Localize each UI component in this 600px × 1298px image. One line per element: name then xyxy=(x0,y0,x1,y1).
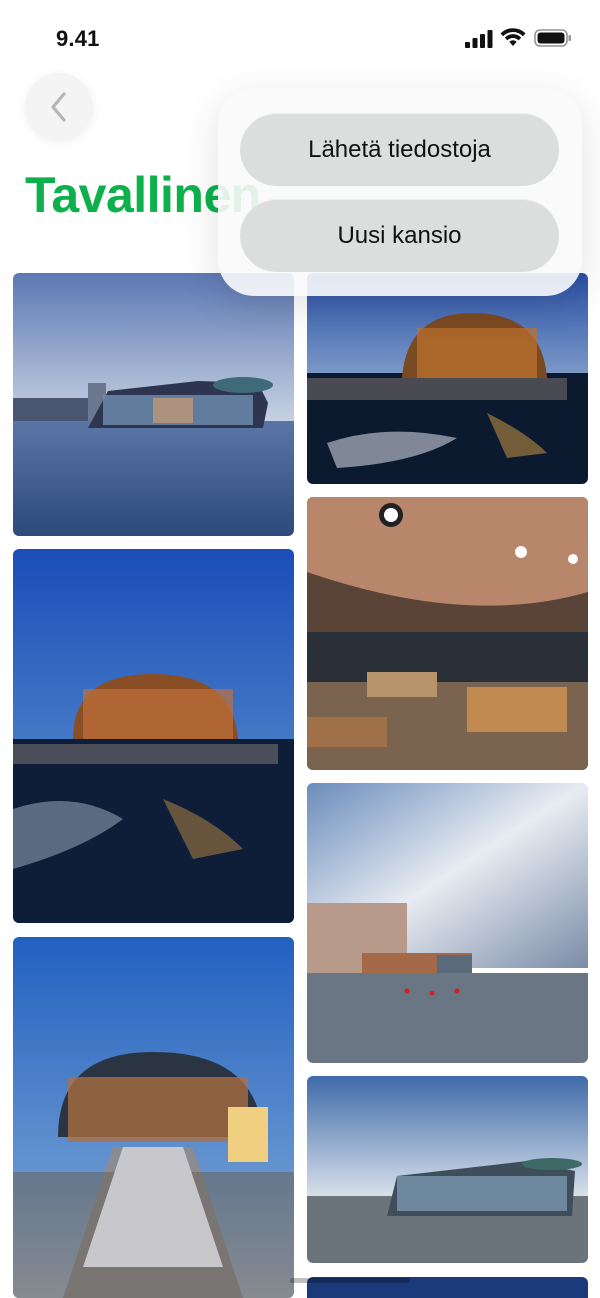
new-folder-button[interactable]: Uusi kansio xyxy=(240,199,559,272)
home-indicator xyxy=(290,1278,410,1283)
back-button[interactable] xyxy=(25,73,93,141)
photo-thumbnail[interactable] xyxy=(13,549,294,923)
upload-files-button[interactable]: Lähetä tiedostoja xyxy=(240,113,559,186)
photo-thumbnail[interactable] xyxy=(307,273,588,484)
battery-icon xyxy=(534,29,571,47)
photo-thumbnail[interactable] xyxy=(13,273,294,536)
photo-thumbnail[interactable] xyxy=(307,497,588,770)
cellular-signal-icon xyxy=(465,30,493,48)
status-time: 9.41 xyxy=(56,26,100,51)
status-bar: 9.41 xyxy=(0,0,600,80)
wifi-icon xyxy=(500,28,526,46)
photo-thumbnail[interactable] xyxy=(13,937,294,1298)
photo-thumbnail[interactable] xyxy=(307,1076,588,1263)
chevron-left-icon xyxy=(51,92,66,122)
photo-thumbnail[interactable] xyxy=(307,783,588,1063)
